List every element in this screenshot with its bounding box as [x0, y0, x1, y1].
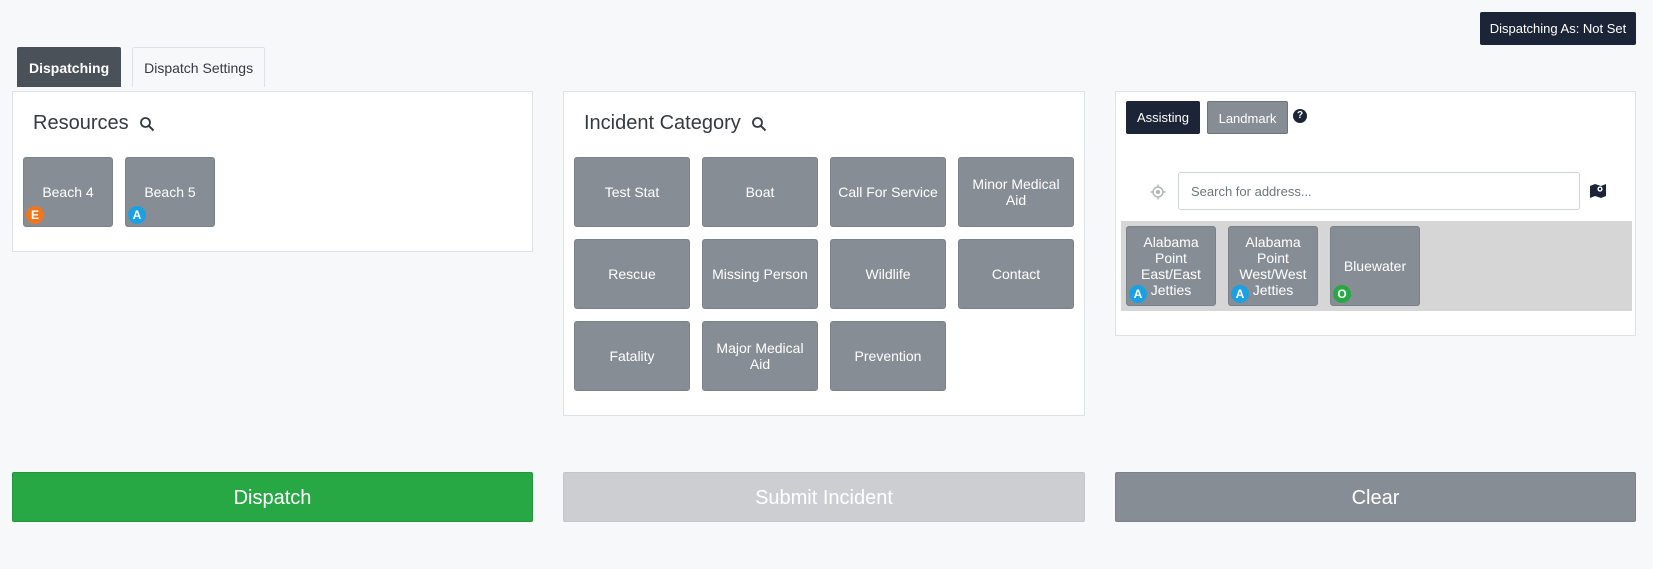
landmark-bluewater[interactable]: Bluewater O	[1330, 226, 1420, 306]
category-rescue[interactable]: Rescue	[574, 239, 690, 309]
resources-title: Resources	[33, 112, 155, 135]
resource-label: Beach 4	[42, 184, 94, 200]
status-badge: A	[128, 206, 146, 224]
location-panel: Assisting Landmark ? Alabama Point East/…	[1115, 91, 1636, 336]
incident-category-title-text: Incident Category	[584, 112, 741, 134]
category-major-medical-aid[interactable]: Major Medical Aid	[702, 321, 818, 391]
status-badge: O	[1333, 285, 1351, 303]
tab-bar: Dispatching Dispatch Settings	[17, 47, 276, 87]
search-icon[interactable]	[751, 116, 767, 132]
dispatch-button[interactable]: Dispatch	[12, 472, 533, 522]
category-minor-medical-aid[interactable]: Minor Medical Aid	[958, 157, 1074, 227]
resource-label: Beach 5	[144, 184, 196, 200]
resource-beach-4[interactable]: Beach 4 E	[23, 157, 113, 227]
resource-beach-5[interactable]: Beach 5 A	[125, 157, 215, 227]
category-boat[interactable]: Boat	[702, 157, 818, 227]
dispatching-as-button[interactable]: Dispatching As: Not Set	[1480, 12, 1636, 45]
address-search-input[interactable]	[1178, 172, 1580, 210]
locate-icon[interactable]	[1150, 184, 1166, 200]
incident-category-title: Incident Category	[584, 112, 767, 135]
category-wildlife[interactable]: Wildlife	[830, 239, 946, 309]
category-prevention[interactable]: Prevention	[830, 321, 946, 391]
search-icon[interactable]	[139, 116, 155, 132]
status-badge: A	[1231, 285, 1249, 303]
category-fatality[interactable]: Fatality	[574, 321, 690, 391]
landmark-button[interactable]: Landmark	[1207, 101, 1288, 134]
submit-incident-button[interactable]: Submit Incident	[563, 472, 1085, 522]
clear-button[interactable]: Clear	[1115, 472, 1636, 522]
category-contact[interactable]: Contact	[958, 239, 1074, 309]
landmark-list: Alabama Point East/East Jetties A Alabam…	[1121, 221, 1632, 311]
landmark-label: Bluewater	[1343, 258, 1407, 274]
tab-dispatching[interactable]: Dispatching	[17, 47, 122, 87]
status-badge: A	[1129, 285, 1147, 303]
assisting-button[interactable]: Assisting	[1126, 101, 1200, 134]
category-test-stat[interactable]: Test Stat	[574, 157, 690, 227]
category-call-for-service[interactable]: Call For Service	[830, 157, 946, 227]
incident-category-panel: Incident Category Test Stat Boat Call Fo…	[563, 91, 1085, 416]
map-icon[interactable]	[1589, 183, 1607, 199]
category-missing-person[interactable]: Missing Person	[702, 239, 818, 309]
status-badge: E	[26, 206, 44, 224]
landmark-alabama-point-west[interactable]: Alabama Point West/West Jetties A	[1228, 226, 1318, 306]
resources-title-text: Resources	[33, 112, 129, 134]
dispatch-screen: Dispatching As: Not Set Dispatching Disp…	[0, 0, 1653, 569]
landmark-alabama-point-east[interactable]: Alabama Point East/East Jetties A	[1126, 226, 1216, 306]
tab-dispatch-settings[interactable]: Dispatch Settings	[132, 47, 266, 87]
resources-panel: Resources Beach 4 E Beach 5 A	[12, 91, 533, 252]
help-icon[interactable]: ?	[1293, 109, 1307, 123]
